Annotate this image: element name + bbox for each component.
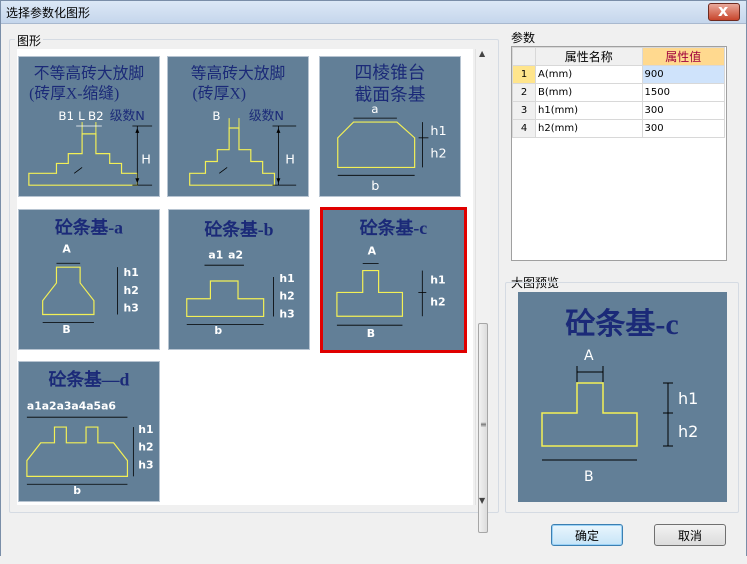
gallery-scrollbar[interactable]: ▲ ≡ ▼ [475, 49, 490, 533]
shape-tile-1[interactable]: 不等高砖大放脚 (砖厚X-缩缝) B1 L B2 级数N H [18, 56, 160, 197]
tile-4-label-h2: h2 [124, 284, 139, 297]
tile-5-label-a1: a1 [208, 248, 223, 261]
tile-4-diagram: 砼条基-a A h1 h2 h3 B [42, 217, 139, 336]
shape-tile-4[interactable]: 砼条基-a A h1 h2 h3 B [18, 209, 160, 350]
close-icon: x [718, 1, 729, 20]
row-number: 4 [512, 119, 536, 138]
shape-tile-3[interactable]: 四棱锥台 截面条基 a h1 h2 b [319, 56, 461, 197]
tile-4-label-b: B [62, 323, 70, 336]
tile-6-title: 砼条基-c [360, 217, 428, 238]
param-value[interactable]: 300 [641, 101, 726, 120]
tile-2-title-line1: 等高砖大放脚 [191, 65, 286, 83]
grip-icon: ≡ [480, 420, 487, 429]
tile-6-label-h1: h1 [430, 273, 445, 286]
tile-1-label-h: H [141, 152, 151, 167]
param-name: h1(mm) [535, 101, 643, 120]
tile-5-label-h2: h2 [279, 290, 294, 303]
row-number: 3 [512, 101, 536, 120]
tile-7-label-h2: h2 [138, 441, 153, 454]
shape-gallery: 不等高砖大放脚 (砖厚X-缩缝) B1 L B2 级数N H 等高砖大放脚 (砖… [17, 49, 473, 505]
tile-3-label-a: a [371, 102, 378, 116]
row-number: 1 [512, 65, 536, 84]
tile-4-label-a: A [62, 242, 71, 255]
col-name-header[interactable]: 属性名称 [535, 47, 643, 66]
tile-4-label-h1: h1 [124, 266, 139, 279]
tile-1-label-b2: B2 [88, 109, 104, 123]
dialog-window: 选择参数化图形 x 图形 不等高砖大放脚 (砖厚X-缩缝) B1 L B2 级数… [0, 0, 747, 564]
tile-4-label-h3: h3 [124, 302, 139, 315]
shape-tile-7[interactable]: 砼条基—d a1a2a3a4a5a6 h1 h2 h3 b [18, 361, 160, 502]
tile-2-title-line2: (砖厚X) [193, 84, 246, 102]
shape-tile-2[interactable]: 等高砖大放脚 (砖厚X) B 级数N H [167, 56, 309, 197]
tile-2-label-h: H [285, 152, 295, 167]
preview-label-h1: h1 [678, 389, 698, 408]
shape-tile-5[interactable]: 砼条基-b a1 a2 h1 h2 h3 b [168, 209, 310, 350]
tile-2-diagram: 等高砖大放脚 (砖厚X) B 级数N H [189, 65, 297, 186]
tile-1-label-steps: 级数N [110, 109, 145, 124]
param-value[interactable]: 1500 [641, 83, 726, 102]
tile-4-title: 砼条基-a [55, 217, 123, 238]
tile-1-title-line1: 不等高砖大放脚 [34, 65, 144, 83]
tile-7-diagram: 砼条基—d a1a2a3a4a5a6 h1 h2 h3 b [26, 369, 154, 497]
tile-7-label-h3: h3 [138, 458, 153, 471]
tile-2-label-steps: 级数N [249, 109, 284, 124]
tile-5-label-h1: h1 [279, 272, 294, 285]
tile-5-diagram: 砼条基-b a1 a2 h1 h2 h3 b [186, 219, 295, 337]
close-button[interactable]: x [708, 1, 740, 21]
tile-5-label-b: b [214, 324, 222, 337]
row-number-header [512, 47, 536, 66]
preview-label-a: A [584, 348, 594, 364]
preview-label-h2: h2 [678, 422, 698, 441]
tile-2-label-b: B [212, 109, 220, 123]
tile-3-title-line2: 截面条基 [355, 84, 426, 104]
ok-button[interactable]: 确定 [551, 524, 623, 546]
tile-5-label-h3: h3 [279, 307, 294, 320]
param-name: h2(mm) [535, 119, 643, 138]
cancel-button[interactable]: 取消 [654, 524, 726, 546]
param-name: B(mm) [535, 83, 643, 102]
tile-5-label-a2: a2 [228, 248, 243, 261]
status-strip [0, 556, 747, 564]
params-header-row: 属性名称 属性值 [512, 47, 726, 66]
tile-6-label-b: B [367, 327, 375, 340]
param-value[interactable]: 900 [641, 65, 726, 84]
params-table: 属性名称 属性值 1 A(mm) 900 2 B(mm) 1500 3 h1(m… [512, 47, 726, 138]
tile-3-diagram: 四棱锥台 截面条基 a h1 h2 b [337, 63, 447, 194]
table-row[interactable]: 1 A(mm) 900 [512, 65, 726, 84]
tile-1-label-b1: B1 [58, 109, 74, 123]
preview-label-b: B [584, 469, 594, 485]
scroll-down-icon[interactable]: ▼ [479, 496, 485, 505]
tile-3-title-line1: 四棱锥台 [355, 63, 426, 83]
tile-1-title-line2: (砖厚X-缩缝) [29, 84, 119, 102]
tile-1-label-l: L [78, 109, 85, 123]
tile-7-title: 砼条基—d [49, 369, 130, 390]
tile-3-label-b: b [371, 179, 379, 194]
table-row[interactable]: 3 h1(mm) 300 [512, 101, 726, 120]
tile-1-diagram: 不等高砖大放脚 (砖厚X-缩缝) B1 L B2 级数N H [28, 65, 153, 186]
table-row[interactable]: 2 B(mm) 1500 [512, 83, 726, 102]
title-bar[interactable]: 选择参数化图形 x [1, 1, 746, 24]
params-label: 参数 [511, 31, 536, 45]
tile-3-label-h1: h1 [430, 124, 446, 139]
table-row[interactable]: 4 h2(mm) 300 [512, 119, 726, 138]
tile-7-label-b: b [73, 484, 81, 497]
tile-6-diagram: 砼条基-c A h1 h2 B [336, 217, 446, 340]
preview-title: 砼条基-c [565, 307, 678, 341]
row-number: 2 [512, 83, 536, 102]
scroll-up-icon[interactable]: ▲ [479, 49, 485, 58]
preview-diagram: 砼条基-c A h1 h2 B [541, 307, 698, 485]
param-value[interactable]: 300 [641, 119, 726, 138]
col-value-header[interactable]: 属性值 [641, 47, 726, 66]
window-title: 选择参数化图形 [6, 6, 91, 20]
tile-7-label-h1: h1 [138, 423, 153, 436]
tile-7-label-a: a1a2a3a4a5a6 [27, 399, 116, 412]
shape-tile-6[interactable]: 砼条基-c A h1 h2 B [320, 207, 467, 353]
tile-6-label-a: A [368, 245, 377, 258]
tile-6-label-h2: h2 [430, 295, 445, 308]
tile-3-label-h2: h2 [430, 147, 446, 162]
tile-5-title: 砼条基-b [205, 219, 274, 240]
param-name: A(mm) [535, 65, 643, 84]
preview-panel: 砼条基-c A h1 h2 B [518, 292, 727, 502]
gallery-label: 图形 [15, 32, 44, 49]
